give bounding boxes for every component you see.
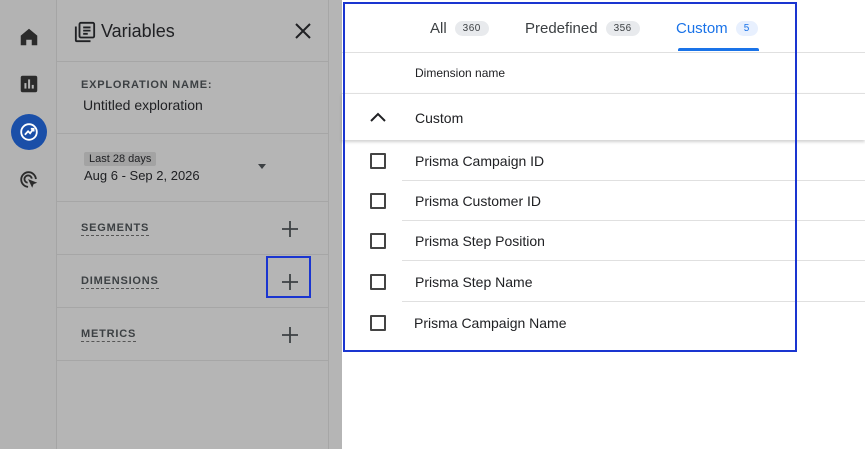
variables-header: Variables (57, 0, 328, 62)
exploration-name-label: EXPLORATION NAME: (81, 79, 213, 91)
bar-chart-icon (20, 75, 38, 93)
tab-predefined[interactable]: Predefined 356 (525, 18, 640, 38)
custom-group-label: Custom (415, 110, 464, 126)
advertising-button[interactable] (11, 162, 47, 198)
tab-predefined-label: Predefined (525, 19, 598, 37)
dimension-row[interactable]: Prisma Step Position (342, 221, 865, 261)
tab-custom-count: 5 (735, 20, 758, 36)
segments-label: SEGMENTS (81, 222, 150, 236)
variables-panel: Variables EXPLORATION NAME: Untitled exp… (57, 0, 329, 449)
dimension-row[interactable]: Prisma Campaign Name (342, 303, 865, 343)
tab-all[interactable]: All 360 (430, 18, 489, 38)
target-cursor-icon (20, 171, 38, 188)
dimension-row[interactable]: Prisma Step Name (342, 262, 865, 302)
metrics-label: METRICS (81, 328, 137, 342)
exploration-name-input[interactable]: Untitled exploration (83, 97, 203, 113)
close-icon[interactable] (293, 21, 313, 41)
tab-custom-label: Custom (676, 19, 728, 37)
dimension-checkbox[interactable] (370, 274, 386, 290)
date-range-value: Aug 6 - Sep 2, 2026 (84, 168, 200, 183)
tab-all-count: 360 (454, 20, 489, 36)
chevron-up-icon[interactable] (369, 110, 387, 124)
segments-row: SEGMENTS (57, 202, 328, 255)
reports-button[interactable] (11, 66, 47, 102)
dimension-checkbox[interactable] (370, 153, 386, 169)
add-metric-icon[interactable] (279, 324, 301, 346)
tab-custom[interactable]: Custom 5 (676, 18, 758, 38)
metrics-row: METRICS (57, 308, 328, 361)
row-divider (402, 260, 865, 261)
add-dimension-icon[interactable] (279, 271, 301, 293)
date-range-selector[interactable]: Last 28 days Aug 6 - Sep 2, 2026 (57, 134, 328, 202)
dimension-row[interactable]: Prisma Customer ID (342, 181, 865, 221)
home-icon (20, 28, 38, 46)
exploration-name-section: EXPLORATION NAME: Untitled exploration (57, 62, 328, 134)
dimension-checkbox[interactable] (370, 193, 386, 209)
dimension-checkbox[interactable] (370, 315, 386, 331)
dimension-checkbox[interactable] (370, 233, 386, 249)
explore-icon (20, 123, 38, 141)
date-range-chip: Last 28 days (84, 152, 157, 166)
app-rail (0, 0, 57, 449)
active-tab-indicator (678, 48, 759, 51)
home-button[interactable] (11, 19, 47, 55)
dropdown-caret-icon[interactable] (258, 164, 266, 169)
library-icon (74, 21, 96, 43)
dimension-row[interactable]: Prisma Campaign ID (342, 141, 865, 181)
row-divider (402, 301, 865, 302)
dimension-label: Prisma Customer ID (415, 193, 542, 209)
dimension-label: Prisma Step Name (415, 274, 533, 290)
dimensions-row: DIMENSIONS (57, 255, 328, 308)
dimensions-label: DIMENSIONS (81, 275, 159, 289)
tab-predefined-count: 356 (605, 20, 640, 36)
panel-gutter (329, 0, 342, 449)
picker-tabs: All 360 Predefined 356 Custom 5 (342, 0, 865, 53)
dimension-label: Prisma Campaign ID (415, 153, 545, 169)
dimension-label: Prisma Step Position (415, 233, 545, 249)
dimension-name-column-header: Dimension name (415, 66, 506, 80)
explore-button[interactable] (11, 114, 47, 150)
add-segment-icon[interactable] (279, 218, 301, 240)
dimension-label: Prisma Campaign Name (414, 315, 567, 331)
tab-all-label: All (430, 19, 447, 37)
custom-group-header[interactable]: Custom (342, 93, 865, 140)
variables-title: Variables (101, 21, 175, 41)
